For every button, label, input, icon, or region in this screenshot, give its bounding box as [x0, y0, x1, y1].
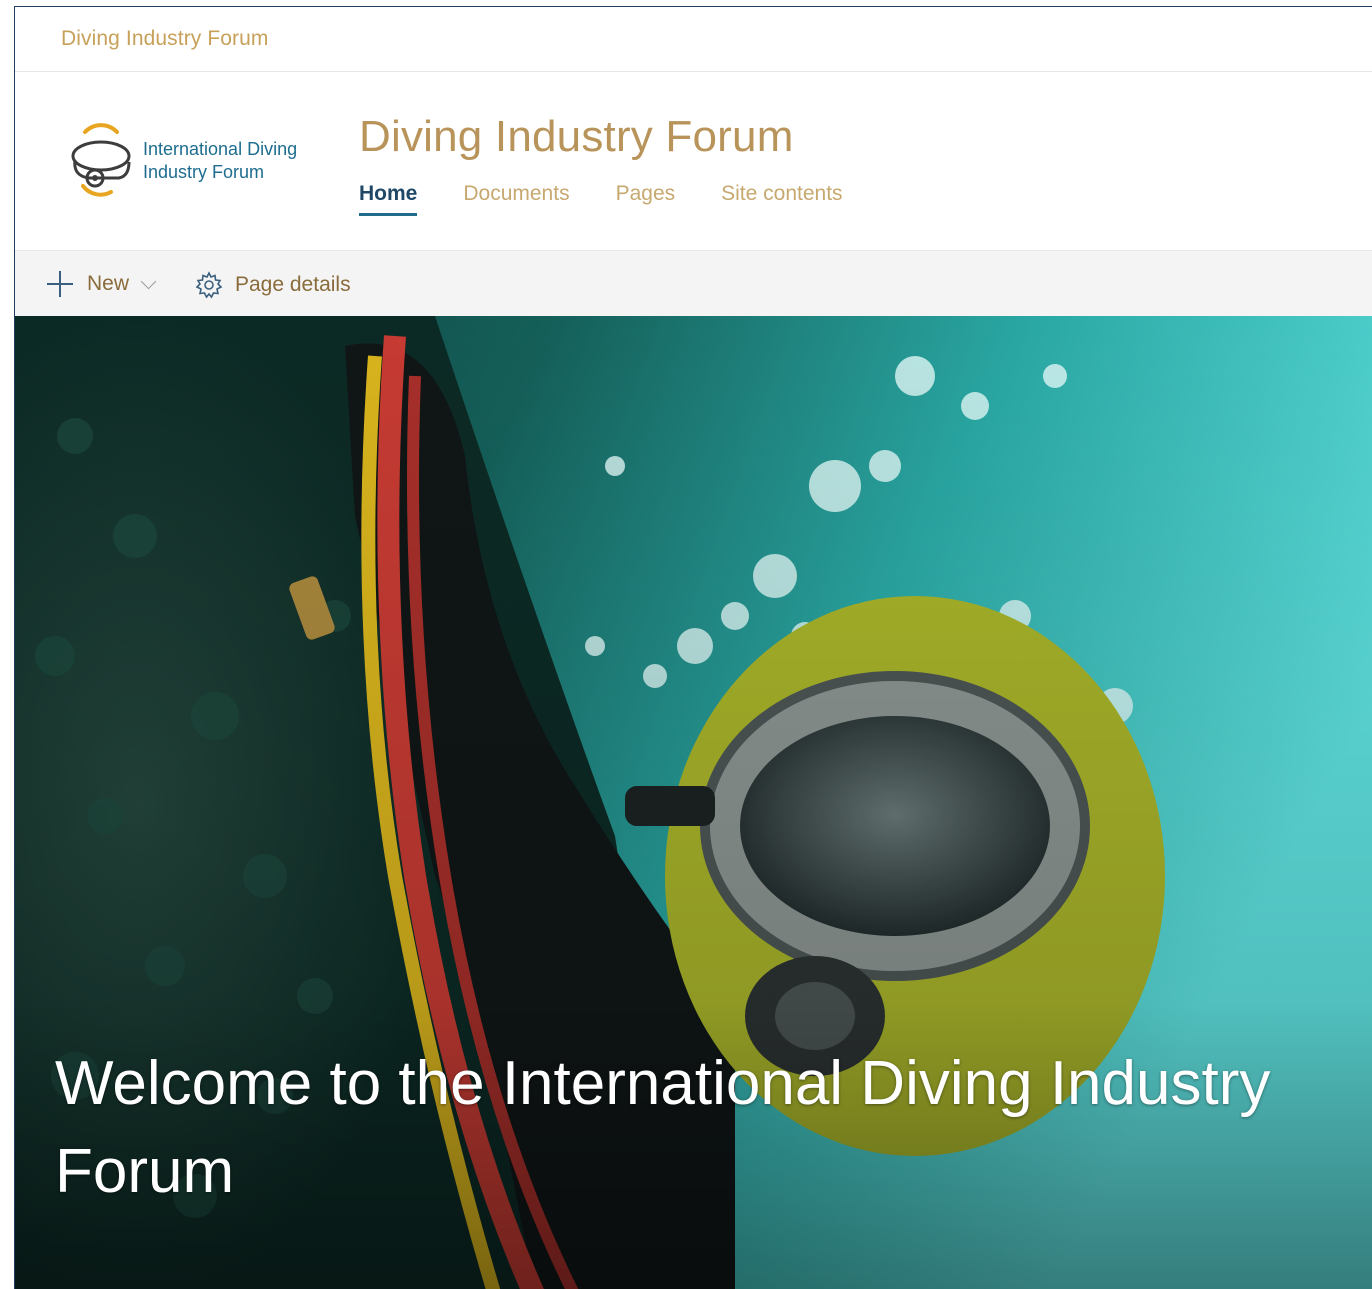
new-button[interactable]: New	[47, 271, 157, 297]
gear-icon	[195, 271, 223, 299]
page-details-button[interactable]: Page details	[195, 271, 351, 299]
nav-pages[interactable]: Pages	[616, 182, 676, 216]
nav-home[interactable]: Home	[359, 182, 418, 216]
new-button-label: New	[87, 272, 130, 295]
site-navigation: Home Documents Pages Site contents	[359, 182, 843, 216]
site-title[interactable]: Diving Industry Forum	[359, 112, 794, 162]
suite-site-link[interactable]: Diving Industry Forum	[61, 27, 269, 51]
plus-icon	[47, 271, 73, 297]
site-header: International Diving Industry Forum Divi…	[15, 72, 1372, 250]
page-details-label: Page details	[235, 273, 351, 296]
logo-text: International Diving Industry Forum	[143, 139, 298, 182]
nav-documents[interactable]: Documents	[463, 182, 569, 216]
command-bar: New Page details	[15, 250, 1372, 316]
site-logo[interactable]: International Diving Industry Forum	[67, 116, 327, 206]
hero-title: Welcome to the International Diving Indu…	[55, 1049, 1271, 1206]
suite-bar: Diving Industry Forum	[15, 7, 1372, 72]
chevron-down-icon	[140, 273, 157, 289]
hero-banner: Welcome to the International Diving Indu…	[15, 316, 1372, 1289]
nav-site-contents[interactable]: Site contents	[721, 182, 842, 216]
browser-frame: Diving Industry Forum International Divi…	[14, 6, 1372, 1289]
diving-helmet-logo-icon	[71, 123, 131, 197]
